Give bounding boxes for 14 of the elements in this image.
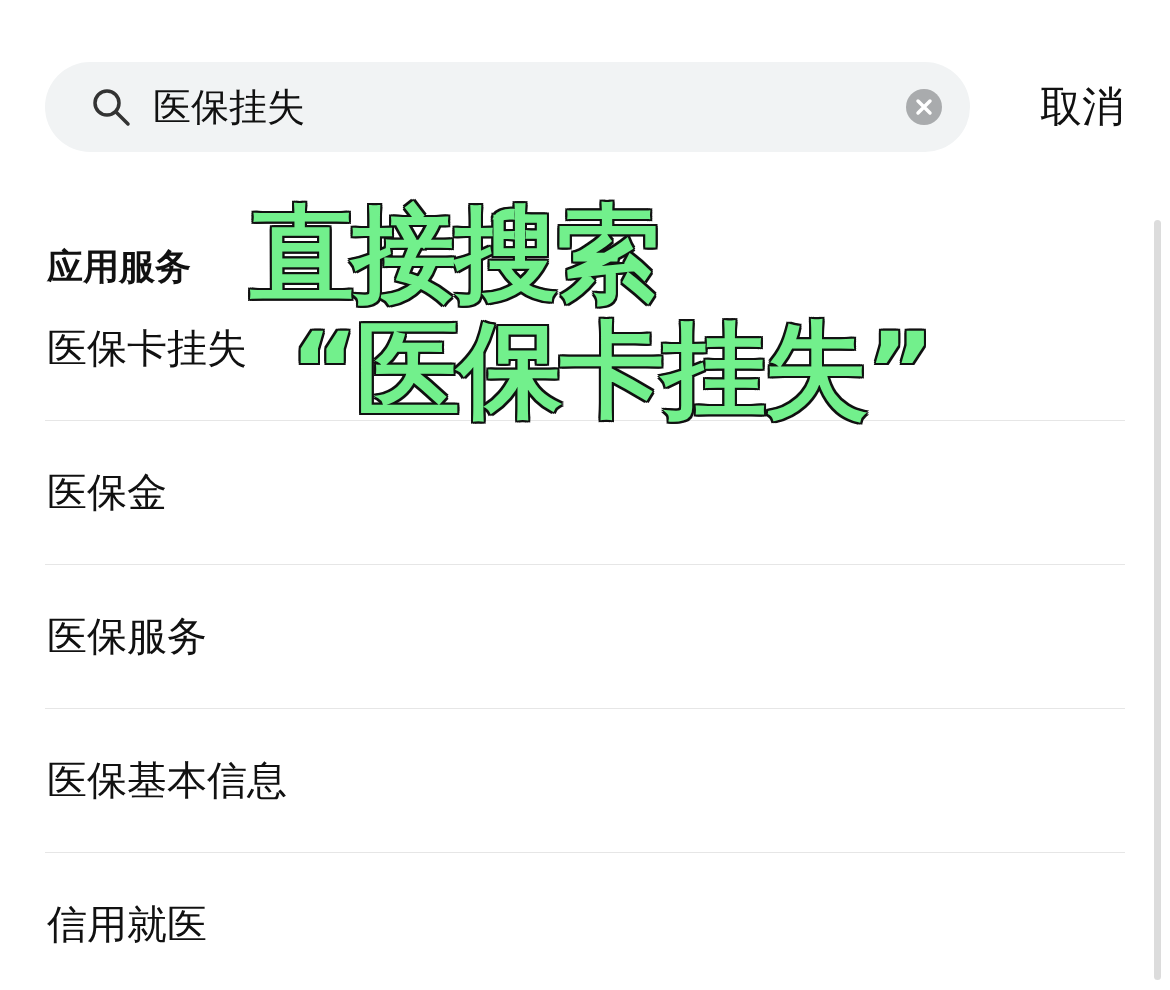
section-title: 应用服务 — [46, 245, 191, 289]
cancel-button[interactable]: 取消 — [1040, 79, 1124, 135]
scrollbar[interactable] — [1154, 220, 1161, 980]
list-item[interactable]: 医保卡挂失 — [45, 320, 247, 376]
annotation-text: 直接搜索 — [250, 196, 659, 312]
list-item[interactable]: 医保金 — [45, 421, 167, 564]
annotation-text: “医保卡挂失” — [290, 312, 933, 428]
search-field[interactable]: 医保挂失 — [45, 62, 970, 152]
list-item[interactable]: 医保服务 — [45, 565, 207, 708]
search-icon — [91, 87, 131, 127]
list-item[interactable]: 医保基本信息 — [45, 709, 287, 852]
list-item[interactable]: 信用就医 — [45, 853, 207, 990]
search-input[interactable]: 医保挂失 — [153, 85, 906, 129]
clear-icon[interactable] — [906, 89, 942, 125]
